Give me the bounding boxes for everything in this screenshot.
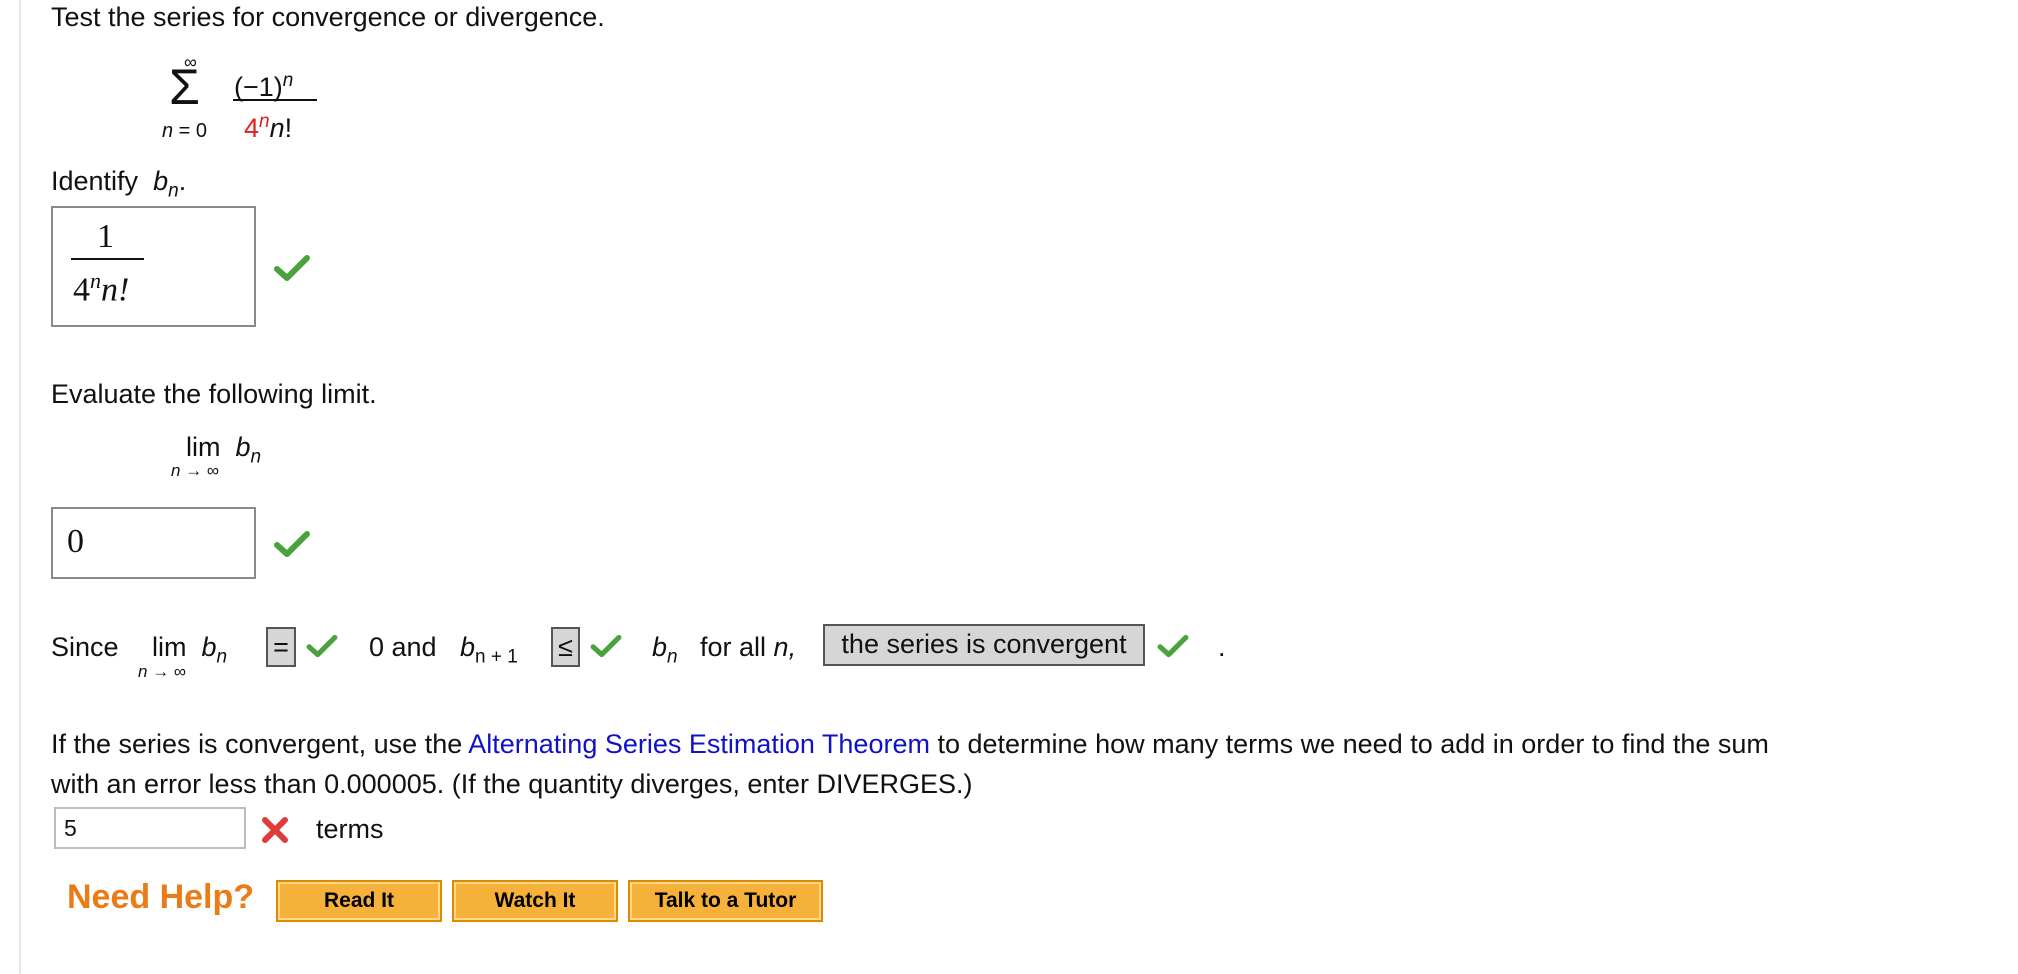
since-label: Since xyxy=(51,632,119,662)
left-divider xyxy=(19,0,21,974)
check-icon xyxy=(274,254,310,282)
need-help-label: Need Help? xyxy=(67,878,255,916)
bn-plus-one: bn + 1 xyxy=(460,632,518,668)
bn-answer-box[interactable]: 1 4nn! xyxy=(51,206,256,327)
read-it-button[interactable]: Read It xyxy=(276,880,442,922)
terms-unit: terms xyxy=(316,814,384,844)
series-numerator: (−1)n xyxy=(234,70,294,102)
less-equal-select[interactable]: ≤ xyxy=(551,627,580,667)
identify-label: Identify bn. xyxy=(51,166,187,202)
estimation-line-2: with an error less than 0.000005. (If th… xyxy=(51,769,973,799)
talk-to-tutor-button[interactable]: Talk to a Tutor xyxy=(628,880,823,922)
for-all-text: for all n, xyxy=(700,632,797,662)
evaluate-label: Evaluate the following limit. xyxy=(51,379,377,409)
and-text: 0 and xyxy=(369,632,437,662)
estimation-theorem-link[interactable]: Alternating Series Estimation Theorem xyxy=(468,729,930,759)
check-icon xyxy=(590,634,622,658)
bn-fraction-bar xyxy=(71,258,144,260)
check-icon xyxy=(274,530,310,558)
bn-denominator: 4nn! xyxy=(73,268,130,309)
bn-term: bn xyxy=(652,632,678,668)
instruction-text: Test the series for convergence or diver… xyxy=(51,2,605,32)
conclusion-select[interactable]: the series is convergent xyxy=(823,624,1145,666)
sum-lower-limit: n = 0 xyxy=(162,120,208,142)
sigma-symbol: Σ xyxy=(169,59,200,115)
series-denominator: 4nn! xyxy=(244,111,293,143)
limit-answer-box[interactable]: 0 xyxy=(51,507,256,579)
limit-answer-value: 0 xyxy=(67,523,84,560)
since-period: . xyxy=(1218,632,1226,662)
bn-numerator: 1 xyxy=(97,218,114,255)
equals-select[interactable]: = xyxy=(266,627,296,667)
estimation-line-1: If the series is convergent, use the Alt… xyxy=(51,729,1769,759)
terms-input[interactable] xyxy=(54,807,246,849)
check-icon xyxy=(306,634,338,658)
series-fraction-bar xyxy=(233,99,317,101)
check-icon xyxy=(1157,634,1189,658)
since-limit-under: n → ∞ xyxy=(138,662,187,681)
limit-under: n → ∞ xyxy=(171,461,220,480)
watch-it-button[interactable]: Watch It xyxy=(452,880,618,922)
x-icon xyxy=(260,815,290,845)
